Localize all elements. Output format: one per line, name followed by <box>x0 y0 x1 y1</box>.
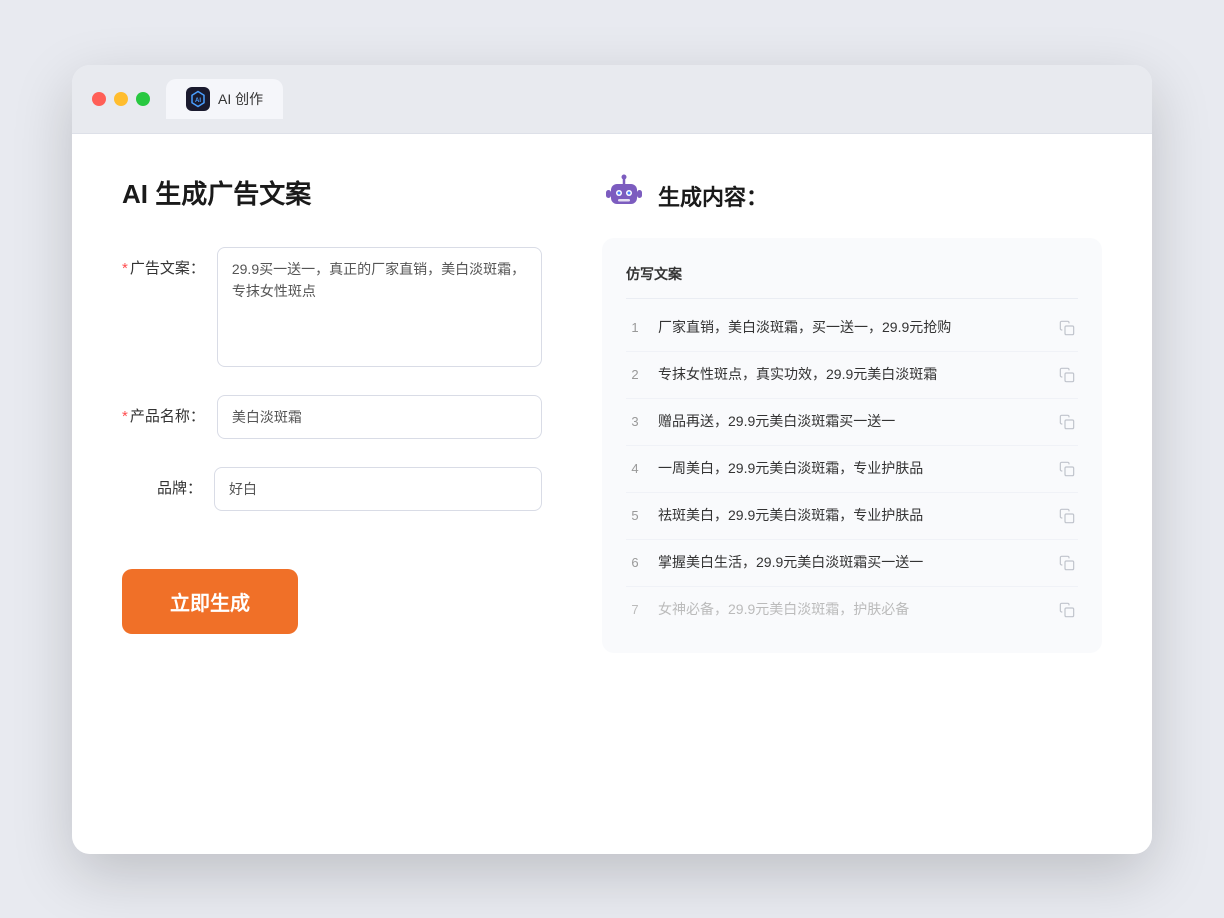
result-row: 2 专抹女性斑点，真实功效，29.9元美白淡斑霜 <box>626 352 1078 399</box>
browser-content: AI 生成广告文案 *广告文案： *产品名称： <box>72 134 1152 854</box>
form-group-ad-copy: *广告文案： <box>122 247 542 367</box>
result-table-header: 仿写文案 <box>626 258 1078 299</box>
result-row: 7 女神必备，29.9元美白淡斑霜，护肤必备 <box>626 587 1078 633</box>
form-group-product-name: *产品名称： <box>122 395 542 439</box>
copy-icon[interactable] <box>1056 458 1078 480</box>
result-number: 3 <box>626 414 644 429</box>
brand-input[interactable] <box>214 467 542 511</box>
result-text: 厂家直销，美白淡斑霜，买一送一，29.9元抢购 <box>658 317 1042 338</box>
required-star-product: * <box>122 408 128 425</box>
copy-icon[interactable] <box>1056 317 1078 339</box>
result-number: 7 <box>626 602 644 617</box>
traffic-lights <box>92 92 150 106</box>
copy-icon[interactable] <box>1056 599 1078 621</box>
traffic-light-red[interactable] <box>92 92 106 106</box>
page-title: AI 生成广告文案 <box>122 174 542 211</box>
browser-window: AI AI 创作 AI 生成广告文案 *广告文案： <box>72 65 1152 854</box>
result-number: 4 <box>626 461 644 476</box>
result-title: 生成内容： <box>658 180 768 212</box>
product-name-input[interactable] <box>217 395 542 439</box>
traffic-light-yellow[interactable] <box>114 92 128 106</box>
copy-icon[interactable] <box>1056 505 1078 527</box>
brand-label: 品牌： <box>122 467 202 498</box>
result-rows-container: 1 厂家直销，美白淡斑霜，买一送一，29.9元抢购 2 专抹女性斑点，真实功效，29… <box>626 305 1078 633</box>
svg-text:AI: AI <box>195 98 201 104</box>
copy-icon[interactable] <box>1056 411 1078 433</box>
form-group-brand: 品牌： <box>122 467 542 511</box>
result-row: 1 厂家直销，美白淡斑霜，买一送一，29.9元抢购 <box>626 305 1078 352</box>
result-number: 1 <box>626 320 644 335</box>
right-panel: 生成内容： 仿写文案 1 厂家直销，美白淡斑霜，买一送一，29.9元抢购 2 专抹女… <box>602 174 1102 653</box>
traffic-light-green[interactable] <box>136 92 150 106</box>
left-panel: AI 生成广告文案 *广告文案： *产品名称： <box>122 174 542 653</box>
result-row: 3 赠品再送，29.9元美白淡斑霜买一送一 <box>626 399 1078 446</box>
result-table: 仿写文案 1 厂家直销，美白淡斑霜，买一送一，29.9元抢购 2 专抹女性斑点，真实… <box>602 238 1102 653</box>
copy-icon[interactable] <box>1056 364 1078 386</box>
result-number: 6 <box>626 555 644 570</box>
tab-ai-icon: AI <box>186 87 210 111</box>
ad-copy-input[interactable] <box>217 247 542 367</box>
result-text: 祛斑美白，29.9元美白淡斑霜，专业护肤品 <box>658 505 1042 526</box>
browser-tab[interactable]: AI AI 创作 <box>166 79 283 119</box>
result-text: 女神必备，29.9元美白淡斑霜，护肤必备 <box>658 599 1042 620</box>
result-row: 5 祛斑美白，29.9元美白淡斑霜，专业护肤品 <box>626 493 1078 540</box>
product-name-label: *产品名称： <box>122 395 205 426</box>
ad-copy-label: *广告文案： <box>122 247 205 278</box>
required-star-ad: * <box>122 260 128 277</box>
result-number: 2 <box>626 367 644 382</box>
result-row: 4 一周美白，29.9元美白淡斑霜，专业护肤品 <box>626 446 1078 493</box>
result-header: 生成内容： <box>602 174 1102 218</box>
result-text: 一周美白，29.9元美白淡斑霜，专业护肤品 <box>658 458 1042 479</box>
robot-icon <box>602 174 646 218</box>
result-text: 掌握美白生活，29.9元美白淡斑霜买一送一 <box>658 552 1042 573</box>
copy-icon[interactable] <box>1056 552 1078 574</box>
generate-button[interactable]: 立即生成 <box>122 569 298 634</box>
tab-label: AI 创作 <box>218 89 263 109</box>
result-row: 6 掌握美白生活，29.9元美白淡斑霜买一送一 <box>626 540 1078 587</box>
result-text: 赠品再送，29.9元美白淡斑霜买一送一 <box>658 411 1042 432</box>
browser-titlebar: AI AI 创作 <box>72 65 1152 134</box>
main-layout: AI 生成广告文案 *广告文案： *产品名称： <box>122 174 1102 653</box>
result-number: 5 <box>626 508 644 523</box>
result-text: 专抹女性斑点，真实功效，29.9元美白淡斑霜 <box>658 364 1042 385</box>
